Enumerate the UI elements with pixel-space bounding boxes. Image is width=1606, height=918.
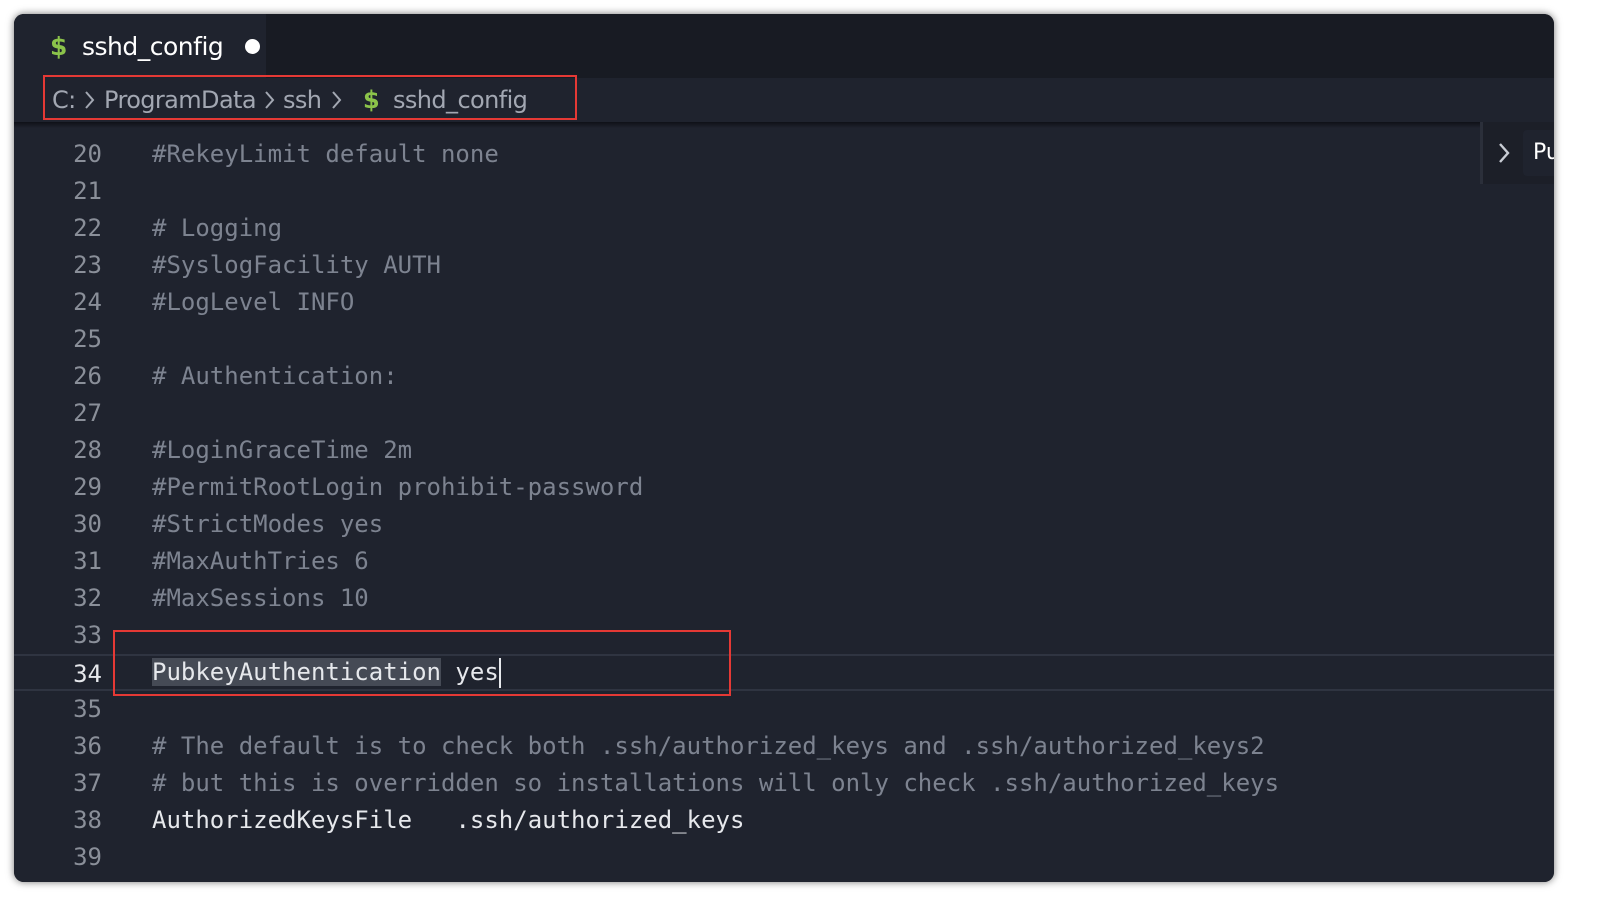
code-editor[interactable]: 20 #RekeyLimit default none 21 22 # Logging 2… — [14, 122, 1554, 882]
breadcrumb-highlight-box — [43, 75, 577, 120]
line-number: 39 — [73, 843, 102, 871]
tab-bar: $ sshd_config — [14, 14, 1554, 78]
line-number: 27 — [73, 399, 102, 427]
line-number: 35 — [73, 695, 102, 723]
comment-text: # Authentication: — [152, 362, 398, 390]
code-text: # but this is overridden so installation… — [152, 765, 1279, 802]
line-number: 40 — [14, 876, 102, 882]
line-number: 36 — [73, 732, 102, 760]
code-text: # The default is to check both .ssh/auth… — [152, 728, 1265, 765]
outline-label[interactable]: Pu — [1523, 130, 1554, 176]
line-number: 37 — [73, 769, 102, 797]
shell-file-icon: $ — [50, 31, 68, 61]
line-number: 24 — [73, 288, 102, 316]
comment-text: # The default is to check both .ssh/auth… — [152, 732, 1265, 760]
code-line[interactable]: 28 #LoginGraceTime 2m — [14, 432, 1554, 469]
line-number: 32 — [73, 584, 102, 612]
comment-text: #SyslogFacility AUTH — [152, 251, 441, 279]
code-text: AuthorizedKeysFile .ssh/authorized_keys — [152, 802, 744, 839]
comment-text: #RekeyLimit default none — [152, 140, 499, 168]
comment-text: #AuthorizedPrincipalsFile none — [152, 880, 585, 882]
code-line[interactable]: 24 #LogLevel INFO — [14, 284, 1554, 321]
sticky-outline-widget[interactable]: Pu — [1480, 122, 1554, 184]
code-line[interactable]: 29 #PermitRootLogin prohibit-password — [14, 469, 1554, 506]
config-keyword: AuthorizedKeysFile — [152, 806, 413, 834]
code-text: #LoginGraceTime 2m — [152, 432, 412, 469]
code-line[interactable]: 40 #AuthorizedPrincipalsFile none — [14, 876, 1554, 882]
unsaved-dot-icon[interactable] — [245, 38, 261, 54]
code-line[interactable]: 32 #MaxSessions 10 — [14, 580, 1554, 617]
comment-text: # but this is overridden so installation… — [152, 769, 1280, 797]
comment-text: #StrictModes yes — [152, 510, 384, 538]
line-number: 33 — [73, 621, 102, 649]
comment-text: #PermitRootLogin prohibit-password — [152, 473, 644, 501]
code-text: # Logging — [152, 210, 282, 247]
comment-text: #LogLevel INFO — [152, 288, 355, 316]
comment-text: #LoginGraceTime 2m — [152, 436, 413, 464]
code-line[interactable]: 20 #RekeyLimit default none — [14, 136, 1554, 173]
line-number: 23 — [73, 251, 102, 279]
code-line[interactable]: 31 #MaxAuthTries 6 — [14, 543, 1554, 580]
line-number: 29 — [73, 473, 102, 501]
code-line[interactable]: 21 — [14, 173, 1554, 210]
line-number: 31 — [73, 547, 102, 575]
code-text: #SyslogFacility AUTH — [152, 247, 441, 284]
code-text: #StrictModes yes — [152, 506, 383, 543]
code-line[interactable]: 37 # but this is overridden so installati… — [14, 765, 1554, 802]
line-number: 20 — [73, 140, 102, 168]
line-number: 38 — [73, 806, 102, 834]
chevron-right-icon[interactable] — [1497, 140, 1511, 166]
line-number: 34 — [73, 660, 102, 688]
tab-label: sshd_config — [82, 31, 224, 61]
code-line[interactable]: 39 — [14, 839, 1554, 876]
line-number: 22 — [73, 214, 102, 242]
editor-window: $ sshd_config C: ProgramData ssh $ sshd_… — [14, 14, 1554, 882]
line-highlight-box — [113, 630, 731, 696]
tab-sshd-config[interactable]: $ sshd_config — [14, 14, 266, 78]
line-number: 25 — [73, 325, 102, 353]
code-text: #AuthorizedPrincipalsFile none — [152, 876, 585, 882]
line-number: 26 — [73, 362, 102, 390]
code-line[interactable]: 26 # Authentication: — [14, 358, 1554, 395]
code-line[interactable]: 35 — [14, 691, 1554, 728]
comment-text: # Logging — [152, 214, 283, 242]
comment-text: #MaxSessions 10 — [152, 584, 369, 612]
code-text: #PermitRootLogin prohibit-password — [152, 469, 643, 506]
scroll-shadow — [14, 122, 1554, 128]
code-line[interactable]: 23 #SyslogFacility AUTH — [14, 247, 1554, 284]
code-line[interactable]: 25 — [14, 321, 1554, 358]
code-line[interactable]: 27 — [14, 395, 1554, 432]
line-number: 28 — [73, 436, 102, 464]
code-text: # Authentication: — [152, 358, 398, 395]
line-number: 21 — [73, 177, 102, 205]
code-line[interactable]: 36 # The default is to check both .ssh/au… — [14, 728, 1554, 765]
code-text: #MaxSessions 10 — [152, 580, 369, 617]
code-line[interactable]: 22 # Logging — [14, 210, 1554, 247]
code-text: #RekeyLimit default none — [152, 136, 499, 173]
code-text: #MaxAuthTries 6 — [152, 543, 369, 580]
code-line[interactable]: 30 #StrictModes yes — [14, 506, 1554, 543]
line-number: 30 — [73, 510, 102, 538]
code-line[interactable]: 38 AuthorizedKeysFile .ssh/authorized_key… — [14, 802, 1554, 839]
code-text: #LogLevel INFO — [152, 284, 354, 321]
comment-text: #MaxAuthTries 6 — [152, 547, 369, 575]
config-value: .ssh/authorized_keys — [412, 806, 745, 834]
